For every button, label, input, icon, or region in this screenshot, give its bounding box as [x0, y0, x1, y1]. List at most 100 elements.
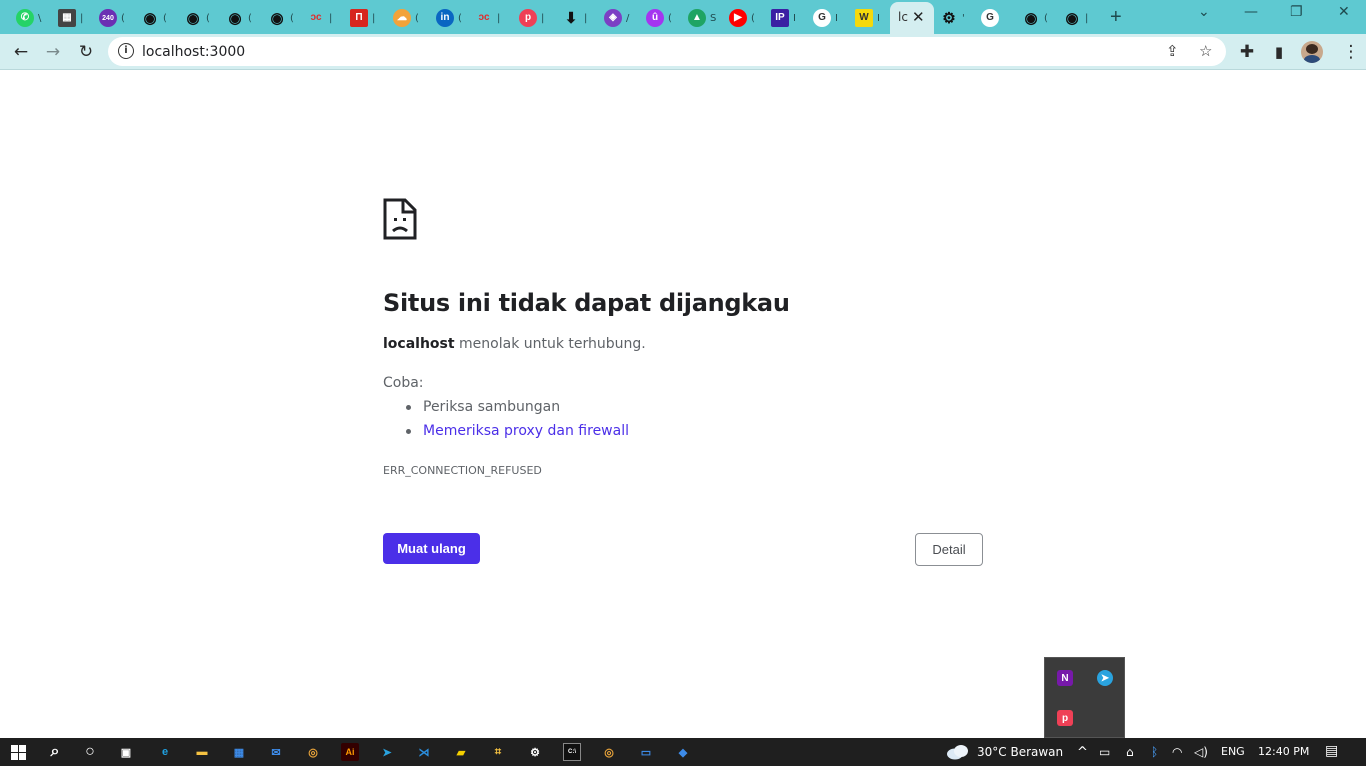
minimize-button[interactable]: — — [1244, 4, 1258, 20]
pocket-icon[interactable]: p — [1057, 710, 1073, 726]
language-indicator[interactable]: ENG — [1221, 745, 1245, 758]
tab-title: ( — [415, 12, 419, 24]
tab-title: | — [329, 12, 333, 24]
browser-tab[interactable]: ◉( — [184, 4, 210, 32]
edge-icon[interactable]: e — [156, 743, 174, 761]
search-icon[interactable]: ⌕ — [46, 743, 64, 761]
tab-search-chevron-icon[interactable]: ⌄ — [1198, 4, 1210, 20]
tab-active-localhost[interactable]: lc ✕ — [890, 2, 934, 34]
terminal-icon[interactable]: C:\ — [563, 743, 581, 761]
browser-tab[interactable]: ɔc | — [307, 4, 332, 32]
tab-title: S — [710, 12, 717, 24]
tab-title: | — [584, 12, 588, 24]
error-message: localhost menolak untuk terhubung. — [383, 336, 646, 352]
dicoding-icon: ɔc — [310, 12, 322, 23]
browser-tab[interactable]: ☁( — [393, 4, 419, 32]
windows-start-icon[interactable] — [11, 745, 26, 760]
close-tab-icon[interactable]: ✕ — [912, 8, 925, 26]
browser-tab[interactable]: ▦ | — [58, 4, 83, 32]
taskbar: 30°C Berawan ^ ▭ ⌂ ᛒ ◠ ◁) ENG 12:40 PM ▤… — [0, 738, 1366, 766]
network-app-icon[interactable]: ⌗ — [489, 743, 507, 761]
reload-button[interactable]: Muat ulang — [383, 533, 480, 564]
restore-button[interactable]: ❐ — [1290, 4, 1303, 20]
clock[interactable]: 12:40 PM — [1258, 745, 1309, 758]
telegram-icon[interactable]: ➤ — [378, 743, 396, 761]
extensions-puzzle-icon[interactable]: ✚ — [1234, 40, 1260, 64]
browser-tab[interactable]: GI — [813, 4, 838, 32]
settings-icon[interactable]: ⚙ — [526, 743, 544, 761]
chrome-icon[interactable]: ◎ — [304, 743, 322, 761]
remote-desktop-icon[interactable]: ▭ — [637, 743, 655, 761]
browser-tab[interactable]: ◉( — [1022, 4, 1047, 32]
browser-tab[interactable]: ⬇ | — [562, 4, 588, 32]
bluetooth-icon[interactable]: ᛒ — [1151, 745, 1158, 759]
show-hidden-icons-chevron-icon[interactable]: ^ — [1077, 745, 1088, 760]
bookmark-star-icon[interactable]: ☆ — [1199, 42, 1212, 60]
side-panel-icon[interactable]: ▮ — [1266, 40, 1292, 64]
browser-tab[interactable]: in ( — [436, 4, 462, 32]
browser-tab[interactable]: ▲ S — [688, 4, 716, 32]
browser-tab[interactable]: WI — [855, 4, 880, 32]
site-info-icon[interactable]: i — [118, 43, 134, 59]
weather-cloud-icon[interactable] — [946, 744, 970, 760]
browser-tab[interactable]: ✆ \ — [16, 4, 41, 32]
onenote-icon[interactable]: N — [1057, 670, 1073, 686]
profile-avatar[interactable] — [1301, 41, 1323, 63]
browser-menu-icon[interactable]: ⋮ — [1338, 40, 1364, 64]
tab-title: ( — [290, 12, 294, 24]
illustrator-icon[interactable]: Ai — [341, 743, 359, 761]
browser-tab[interactable]: ◉( — [141, 4, 166, 32]
url-text[interactable]: localhost:3000 — [142, 44, 245, 60]
browser-tab[interactable]: û( — [646, 4, 672, 32]
github-icon: ◉ — [1024, 9, 1038, 27]
browser-toolbar: ← → ↻ i localhost:3000 ⇪ ☆ ✚ ▮ ⋮ — [0, 34, 1366, 70]
task-view-icon[interactable]: ▣ — [117, 743, 135, 761]
browser-tab[interactable]: G — [981, 4, 1003, 32]
browser-tab[interactable]: ◉( — [226, 4, 251, 32]
telegram-icon[interactable]: ➤ — [1097, 670, 1113, 686]
tab-title: lc — [898, 10, 908, 24]
vpn-icon[interactable]: ◆ — [674, 743, 692, 761]
battery-icon[interactable]: ▭ — [1099, 745, 1110, 759]
volume-icon[interactable]: ◁) — [1194, 745, 1208, 759]
github-icon: ◉ — [228, 9, 242, 27]
chrome-icon[interactable]: ◎ — [600, 743, 618, 761]
tab-title: ' — [962, 12, 965, 24]
share-icon[interactable]: ⇪ — [1166, 42, 1179, 60]
browser-tab[interactable]: IP I — [771, 4, 796, 32]
notification-center-icon[interactable]: ▤ — [1325, 743, 1338, 759]
meet-now-icon[interactable]: ⌂ — [1126, 745, 1134, 759]
browser-tab[interactable]: ◉ | — [1063, 4, 1088, 32]
tab-title: ( — [206, 12, 210, 24]
suggestion-list: Periksa sambungan Memeriksa proxy dan fi… — [406, 399, 629, 447]
browser-tab[interactable]: 240 ( — [99, 4, 125, 32]
forward-button[interactable]: → — [40, 40, 66, 64]
details-button[interactable]: Detail — [915, 533, 983, 566]
badge-240-icon: 240 — [99, 9, 117, 27]
file-explorer-icon[interactable]: ▬ — [193, 743, 211, 761]
wifi-icon[interactable]: ◠ — [1172, 745, 1182, 759]
weather-text[interactable]: 30°C Berawan — [977, 745, 1063, 759]
address-bar[interactable]: i localhost:3000 ⇪ ☆ — [108, 37, 1226, 66]
back-button[interactable]: ← — [8, 40, 34, 64]
readme-icon: Π — [350, 9, 368, 27]
suggestion-proxy-firewall-link[interactable]: Memeriksa proxy dan firewall — [406, 423, 629, 447]
reload-icon[interactable]: ↻ — [73, 40, 99, 64]
close-window-button[interactable]: ✕ — [1338, 4, 1350, 20]
tab-title: | — [541, 12, 545, 24]
suggestion-check-connection: Periksa sambungan — [406, 399, 629, 423]
browser-tab[interactable]: ◈ / — [604, 4, 629, 32]
new-tab-button[interactable]: + — [1110, 6, 1122, 29]
vscode-icon[interactable]: ⋊ — [415, 743, 433, 761]
browser-tab[interactable]: ɔc | — [475, 4, 500, 32]
sticky-notes-icon[interactable]: ▰ — [452, 743, 470, 761]
browser-tab[interactable]: p | — [519, 4, 544, 32]
store-icon[interactable]: ▦ — [230, 743, 248, 761]
mail-icon[interactable]: ✉ — [267, 743, 285, 761]
tab-strip: + ⌄ — ❐ ✕ ✆ \ ▦ | 240(◉(◉(◉(◉(ɔc | Π | ☁(in(ɔc | p… — [0, 0, 1366, 34]
browser-tab[interactable]: ⚙ ' — [940, 4, 965, 32]
browser-tab[interactable]: ▶( — [729, 4, 755, 32]
cortana-icon[interactable]: ○ — [81, 743, 99, 761]
browser-tab[interactable]: Π | — [350, 4, 375, 32]
browser-tab[interactable]: ◉( — [268, 4, 294, 32]
